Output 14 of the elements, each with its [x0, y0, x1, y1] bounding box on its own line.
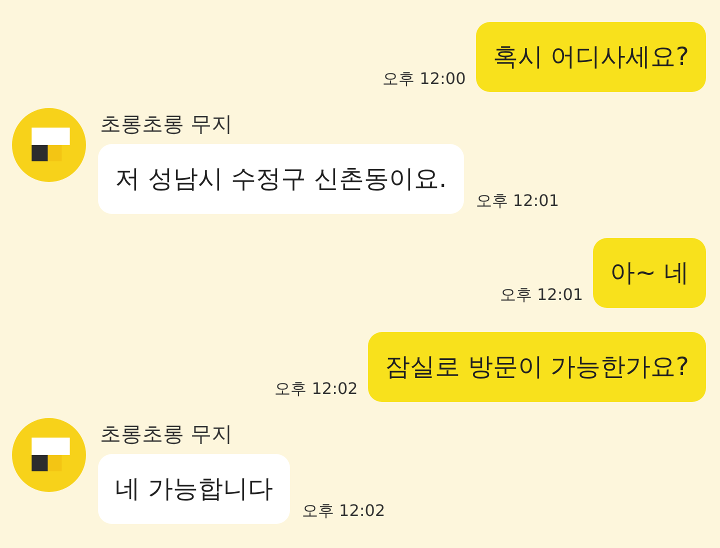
- message-time: 오후 12:02: [302, 501, 386, 522]
- sender-name: 초롱초롱 무지: [100, 111, 234, 138]
- avatar-icon[interactable]: [12, 418, 86, 492]
- sender-name: 초롱초롱 무지: [100, 421, 234, 448]
- message-time: 오후 12:02: [274, 379, 358, 400]
- avatar-icon[interactable]: [12, 108, 86, 182]
- message-time: 오후 12:01: [476, 191, 559, 212]
- sent-message-bubble: 잠실로 방문이 가능한가요?: [368, 332, 706, 402]
- sent-message-bubble: 혹시 어디사세요?: [476, 22, 706, 92]
- received-message-bubble: 네 가능합니다: [98, 454, 290, 524]
- sent-message-bubble: 아~ 네: [593, 238, 706, 308]
- message-time: 오후 12:00: [382, 69, 466, 90]
- message-time: 오후 12:01: [500, 285, 584, 306]
- received-message-bubble: 저 성남시 수정구 신촌동이요.: [98, 144, 464, 214]
